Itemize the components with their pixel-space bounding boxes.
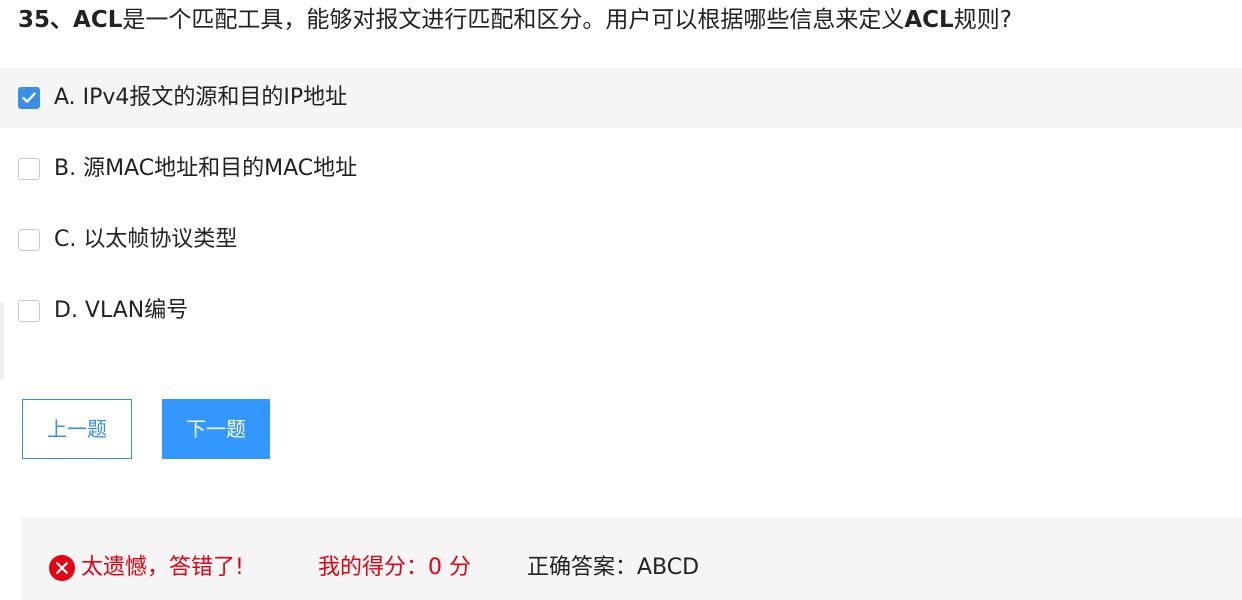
option-c-label: C. 以太帧协议类型: [54, 227, 238, 252]
question-text: ACL是一个匹配工具，能够对报文进行匹配和区分。用户可以根据哪些信息来定义ACL…: [73, 7, 1012, 33]
question-term-1: ACL: [73, 7, 123, 33]
result-status: 太遗憾，答错了!: [81, 555, 244, 580]
question-term-2: ACL: [904, 7, 954, 33]
score-text: 我的得分：0 分: [318, 555, 471, 580]
prev-question-button[interactable]: 上一题: [22, 399, 132, 459]
option-b[interactable]: B. 源MAC地址和目的MAC地址: [0, 139, 1242, 199]
option-a-label: A. IPv4报文的源和目的IP地址: [54, 85, 348, 110]
checkmark-icon: [22, 92, 36, 103]
question-title: 35、ACL是一个匹配工具，能够对报文进行匹配和区分。用户可以根据哪些信息来定义…: [18, 2, 1238, 38]
question-text-1: 是一个匹配工具，能够对报文进行匹配和区分。用户可以根据哪些信息来定义: [122, 7, 905, 33]
error-x-circle-icon: [49, 555, 75, 581]
question-text-2: 规则?: [953, 7, 1012, 33]
option-a[interactable]: A. IPv4报文的源和目的IP地址: [0, 68, 1242, 128]
options-list: A. IPv4报文的源和目的IP地址 B. 源MAC地址和目的MAC地址 C. …: [0, 68, 1242, 352]
option-c[interactable]: C. 以太帧协议类型: [0, 210, 1242, 270]
next-question-button[interactable]: 下一题: [162, 399, 270, 459]
option-d[interactable]: D. VLAN编号: [0, 281, 1242, 341]
result-panel: 太遗憾，答错了! 我的得分：0 分 正确答案：ABCD: [21, 518, 1242, 600]
option-b-label: B. 源MAC地址和目的MAC地址: [54, 156, 358, 181]
correct-answer: 正确答案：ABCD: [527, 555, 700, 580]
question-number: 35、: [18, 7, 74, 33]
option-d-label: D. VLAN编号: [54, 298, 189, 323]
option-b-checkbox[interactable]: [18, 158, 40, 180]
option-c-checkbox[interactable]: [18, 229, 40, 251]
side-panel-edge: [0, 302, 4, 380]
option-d-checkbox[interactable]: [18, 300, 40, 322]
option-a-checkbox[interactable]: [18, 87, 40, 109]
